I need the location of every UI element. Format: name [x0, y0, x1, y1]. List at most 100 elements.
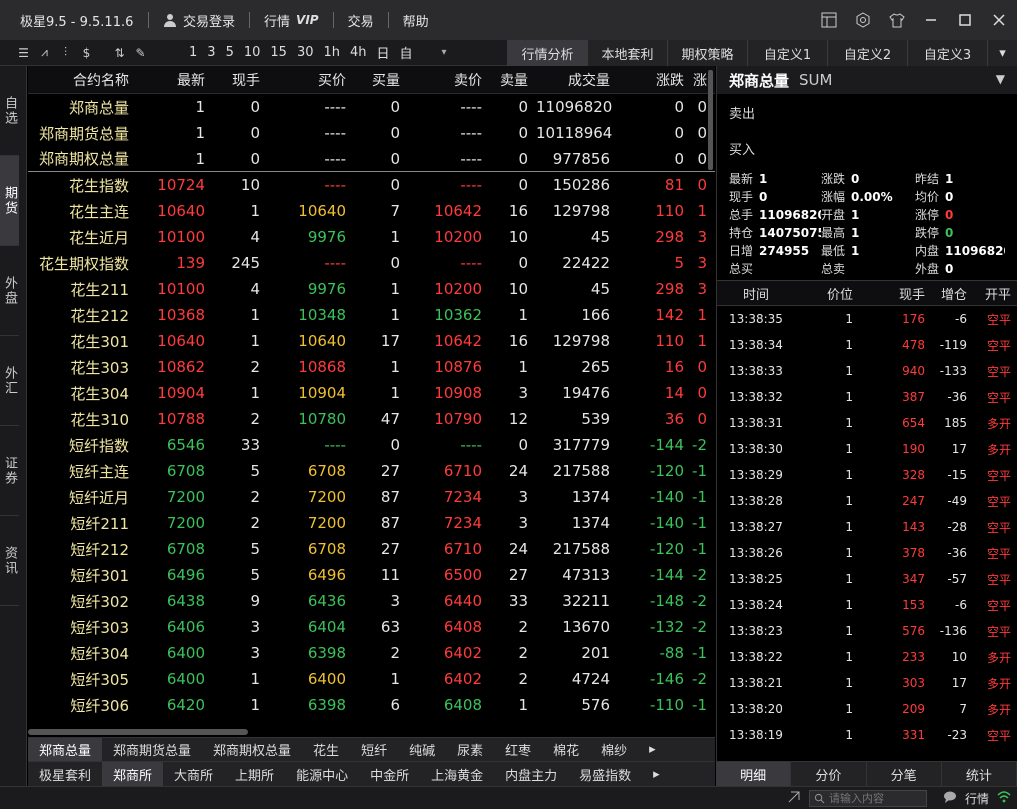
- table-row[interactable]: 郑商期权总量 1 0 ---- 0 ---- 0 977856 0 0: [28, 146, 715, 172]
- sidebar-item[interactable]: 外盘: [0, 246, 19, 336]
- skin-icon[interactable]: [885, 8, 909, 32]
- chevron-down-icon[interactable]: ▼: [996, 72, 1005, 86]
- column-header[interactable]: 最新: [137, 70, 213, 90]
- dollar-icon[interactable]: $: [79, 46, 94, 60]
- tick-row[interactable]: 13:38:24 1 153 -6 空平: [717, 592, 1017, 618]
- minimize-icon[interactable]: [919, 8, 943, 32]
- table-row[interactable]: 花生主连 10640 1 10640 7 10642 16 129798 110 1: [28, 198, 715, 224]
- tick-row[interactable]: 13:38:33 1 940 -133 空平: [717, 358, 1017, 384]
- table-row[interactable]: 短纤302 6438 9 6436 3 6440 33 32211 -148 -2: [28, 588, 715, 614]
- close-icon[interactable]: [987, 8, 1011, 32]
- exchange-tab[interactable]: 上海黄金: [420, 762, 494, 786]
- exchange-tab[interactable]: 郑商所: [102, 762, 164, 786]
- tick-row[interactable]: 13:38:23 1 576 -136 空平: [717, 618, 1017, 644]
- trade-menu[interactable]: 交易: [340, 11, 382, 30]
- period-option[interactable]: 5: [221, 45, 239, 60]
- table-row[interactable]: 短纤301 6496 5 6496 11 6500 27 47313 -144 -2: [28, 562, 715, 588]
- search-box[interactable]: [808, 789, 927, 807]
- table-row[interactable]: 短纤212 6708 5 6708 27 6710 24 217588 -120 -1: [28, 536, 715, 562]
- chevron-right-icon[interactable]: ▸: [642, 762, 671, 786]
- tick-row[interactable]: 13:38:22 1 233 10 多开: [717, 644, 1017, 670]
- column-header[interactable]: 成交量: [536, 70, 618, 90]
- exchange-tab[interactable]: 上期所: [224, 762, 285, 786]
- column-header[interactable]: 合约名称: [28, 70, 137, 90]
- exchange-tab[interactable]: 极星套利: [28, 762, 102, 786]
- tick-row[interactable]: 13:38:29 1 328 -15 空平: [717, 462, 1017, 488]
- table-row[interactable]: 郑商总量 1 0 ---- 0 ---- 0 11096820 0 0: [28, 94, 715, 120]
- table-row[interactable]: 花生211 10100 4 9976 1 10200 10 45 298 3: [28, 276, 715, 302]
- tick-row[interactable]: 13:38:27 1 143 -28 空平: [717, 514, 1017, 540]
- tab-6[interactable]: 自定义3: [907, 40, 987, 66]
- period-dropdown-icon[interactable]: ▾: [442, 47, 447, 58]
- table-row[interactable]: 花生期权指数 139 245 ---- 0 ---- 0 22422 5 3: [28, 250, 715, 276]
- table-row[interactable]: 短纤306 6420 1 6398 6 6408 1 576 -110 -1: [28, 692, 715, 718]
- help-menu[interactable]: 帮助: [395, 11, 437, 30]
- period-option[interactable]: 30: [292, 45, 319, 60]
- tick-row[interactable]: 13:38:20 1 209 7 多开: [717, 696, 1017, 722]
- chevron-down-icon[interactable]: ▾: [987, 40, 1017, 66]
- tick-row[interactable]: 13:38:35 1 176 -6 空平: [717, 306, 1017, 332]
- panel-tab[interactable]: 统计: [942, 762, 1017, 786]
- period-option[interactable]: 10: [239, 45, 266, 60]
- sidebar-item[interactable]: 期货: [0, 156, 19, 246]
- period-option[interactable]: 自: [395, 43, 418, 62]
- panel-tab[interactable]: 分价: [791, 762, 867, 786]
- period-option[interactable]: 3: [202, 45, 220, 60]
- list-icon[interactable]: ☰: [16, 46, 31, 60]
- column-header[interactable]: 涨跌: [618, 70, 692, 90]
- column-header[interactable]: 买量: [354, 70, 408, 90]
- category-tab[interactable]: 尿素: [446, 738, 494, 761]
- table-row[interactable]: 短纤主连 6708 5 6708 27 6710 24 217588 -120 -1: [28, 458, 715, 484]
- table-row[interactable]: 花生303 10862 2 10868 1 10876 1 265 16 0: [28, 354, 715, 380]
- tick-row[interactable]: 13:38:34 1 478 -119 空平: [717, 332, 1017, 358]
- category-tab[interactable]: 郑商期货总量: [102, 738, 202, 761]
- tick-row[interactable]: 13:38:30 1 190 17 多开: [717, 436, 1017, 462]
- category-tab[interactable]: 棉纱: [590, 738, 638, 761]
- tick-row[interactable]: 13:38:21 1 303 17 多开: [717, 670, 1017, 696]
- table-row[interactable]: 短纤近月 7200 2 7200 87 7234 3 1374 -140 -1: [28, 484, 715, 510]
- period-option[interactable]: 15: [265, 45, 292, 60]
- tab-5[interactable]: 自定义2: [827, 40, 907, 66]
- category-tab[interactable]: 郑商期权总量: [202, 738, 302, 761]
- panel-tab[interactable]: 分笔: [867, 762, 942, 786]
- chevron-right-icon[interactable]: ▸: [638, 738, 667, 761]
- line-chart-icon[interactable]: ⩘: [37, 45, 52, 60]
- exchange-tab[interactable]: 大商所: [163, 762, 224, 786]
- sidebar-item[interactable]: 资讯: [0, 516, 19, 606]
- column-header[interactable]: 买价: [268, 70, 354, 90]
- sidebar-item[interactable]: 自选: [0, 66, 19, 156]
- period-option[interactable]: 1: [184, 45, 202, 60]
- login-button[interactable]: 交易登录: [155, 11, 243, 30]
- table-row[interactable]: 短纤305 6400 1 6400 1 6402 2 4724 -146 -2: [28, 666, 715, 692]
- tab-3[interactable]: 期权策略: [667, 40, 747, 66]
- panel-tab[interactable]: 明细: [716, 762, 792, 786]
- tab-4[interactable]: 自定义1: [747, 40, 827, 66]
- table-row[interactable]: 短纤304 6400 3 6398 2 6402 2 201 -88 -1: [28, 640, 715, 666]
- table-row[interactable]: 花生304 10904 1 10904 1 10908 3 19476 14 0: [28, 380, 715, 406]
- table-row[interactable]: 花生310 10788 2 10780 47 10790 12 539 36 0: [28, 406, 715, 432]
- table-row[interactable]: 花生指数 10724 10 ---- 0 ---- 0 150286 81 0: [28, 172, 715, 198]
- column-header[interactable]: 卖量: [490, 70, 536, 90]
- tab-2[interactable]: 本地套利: [587, 40, 667, 66]
- pencil-icon[interactable]: ✎: [133, 46, 148, 60]
- maximize-icon[interactable]: [953, 8, 977, 32]
- column-header[interactable]: 现手: [213, 70, 268, 90]
- settings-icon[interactable]: [851, 8, 875, 32]
- exchange-tab[interactable]: 能源中心: [285, 762, 359, 786]
- sort-icon[interactable]: ⇅: [112, 46, 127, 60]
- period-option[interactable]: 日: [372, 43, 395, 62]
- sidebar-item[interactable]: 外汇: [0, 336, 19, 426]
- tick-row[interactable]: 13:38:31 1 654 185 多开: [717, 410, 1017, 436]
- table-row[interactable]: 短纤303 6406 3 6404 63 6408 2 13670 -132 -2: [28, 614, 715, 640]
- category-tab[interactable]: 棉花: [542, 738, 590, 761]
- table-row[interactable]: 花生301 10640 1 10640 17 10642 16 129798 110 1: [28, 328, 715, 354]
- period-option[interactable]: 1h: [318, 45, 345, 60]
- exchange-tab[interactable]: 内盘主力: [494, 762, 568, 786]
- vertical-scrollbar[interactable]: [708, 70, 713, 170]
- table-row[interactable]: 郑商期货总量 1 0 ---- 0 ---- 0 10118964 0 0: [28, 120, 715, 146]
- tick-row[interactable]: 13:38:28 1 247 -49 空平: [717, 488, 1017, 514]
- tab-1[interactable]: 行情分析: [507, 40, 587, 66]
- category-tab[interactable]: 红枣: [494, 738, 542, 761]
- link-icon[interactable]: [787, 790, 801, 807]
- exchange-tab[interactable]: 中金所: [359, 762, 420, 786]
